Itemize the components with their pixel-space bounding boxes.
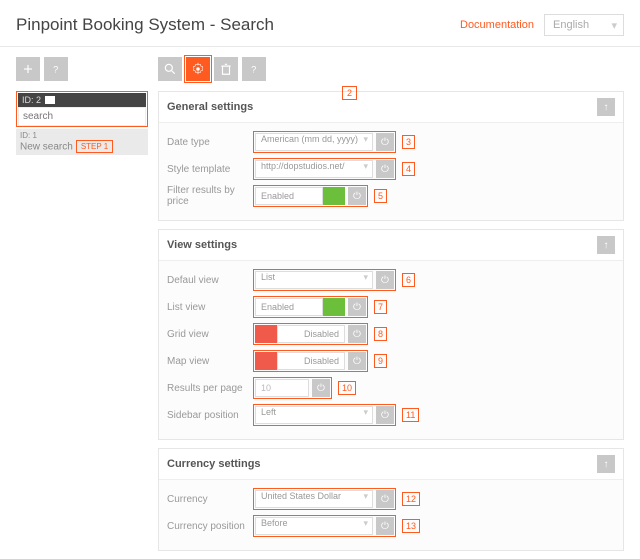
svg-text:?: ? [53, 65, 58, 75]
callout-marker: 13 [402, 519, 420, 533]
item-id: ID: 2 [22, 95, 41, 105]
field-label: Results per page [167, 383, 253, 394]
info-button[interactable]: ⏻ [376, 160, 394, 178]
info-button[interactable]: ⏻ [348, 298, 366, 316]
callout-marker: 10 [338, 381, 356, 395]
info-button[interactable]: ⏻ [376, 406, 394, 424]
callout-marker: 3 [402, 135, 415, 149]
collapse-button[interactable]: ↑ [597, 98, 615, 116]
list-view-toggle[interactable]: Enabled [255, 298, 345, 316]
info-button[interactable]: ⏻ [376, 133, 394, 151]
info-button[interactable]: ⏻ [376, 271, 394, 289]
currency-select[interactable]: United States Dollar [255, 490, 373, 508]
callout-marker: 11 [402, 408, 419, 422]
currency-position-select[interactable]: Before [255, 517, 373, 535]
callout-marker: 9 [374, 354, 387, 368]
field-label: List view [167, 302, 253, 313]
step-marker: STEP 1 [76, 140, 113, 153]
callout-marker: 4 [402, 162, 415, 176]
info-button[interactable]: ⏻ [376, 490, 394, 508]
section-heading: General settings [167, 101, 253, 113]
documentation-link[interactable]: Documentation [460, 19, 534, 31]
view-settings-section: View settings↑ Defaul view List⏻ 6 List … [158, 229, 624, 440]
search-list-item[interactable]: ID: 1 New searchSTEP 1 [16, 129, 148, 155]
field-label: Filter results by price [167, 185, 253, 207]
field-label: Date type [167, 137, 253, 148]
default-view-select[interactable]: List [255, 271, 373, 289]
field-label: Currency position [167, 521, 253, 532]
info-button[interactable]: ⏻ [348, 325, 366, 343]
map-view-toggle[interactable]: Disabled [255, 352, 345, 370]
item-name: New search [20, 141, 73, 152]
delete-button[interactable] [214, 57, 238, 81]
filter-toggle[interactable]: Enabled [255, 187, 345, 205]
collapse-button[interactable]: ↑ [597, 236, 615, 254]
callout-marker-2: 2 [342, 86, 357, 100]
date-type-select[interactable]: American (mm dd, yyyy) [255, 133, 373, 151]
general-settings-section: General settings ↑ Date type American (mm… [158, 91, 624, 221]
svg-text:?: ? [251, 65, 256, 75]
page-title: Pinpoint Booking System - Search [16, 15, 274, 35]
active-search-item[interactable]: ID: 2 [16, 91, 148, 127]
field-label: Sidebar position [167, 410, 253, 421]
add-button[interactable] [16, 57, 40, 81]
help-button-right[interactable]: ? [242, 57, 266, 81]
section-heading: View settings [167, 239, 237, 251]
search-tool-button[interactable] [158, 57, 182, 81]
field-label: Grid view [167, 329, 253, 340]
currency-settings-section: Currency settings ↑ Currency United State… [158, 448, 624, 551]
section-heading: Currency settings [167, 458, 261, 470]
callout-marker: 8 [374, 327, 387, 341]
field-label: Style template [167, 164, 253, 175]
info-button[interactable]: ⏻ [376, 517, 394, 535]
header: Pinpoint Booking System - Search Documen… [0, 0, 640, 42]
settings-button[interactable] [186, 57, 210, 81]
item-id: ID: 1 [20, 131, 144, 140]
info-button[interactable]: ⏻ [348, 187, 366, 205]
results-per-page-input[interactable] [255, 379, 309, 397]
grid-view-toggle[interactable]: Disabled [255, 325, 345, 343]
field-label: Currency [167, 494, 253, 505]
sidebar-position-select[interactable]: Left [255, 406, 373, 424]
collapse-button[interactable]: ↑ [597, 455, 615, 473]
info-button[interactable]: ⏻ [312, 379, 330, 397]
callout-marker: 7 [374, 300, 387, 314]
callout-marker: 5 [374, 189, 387, 203]
help-button[interactable]: ? [44, 57, 68, 81]
info-button[interactable]: ⏻ [348, 352, 366, 370]
flag-icon [45, 96, 55, 104]
field-label: Defaul view [167, 275, 253, 286]
language-select[interactable]: English [544, 14, 624, 36]
field-label: Map view [167, 356, 253, 367]
style-template-select[interactable]: http://dopstudios.net/ [255, 160, 373, 178]
callout-marker: 6 [402, 273, 415, 287]
search-name-input[interactable] [18, 107, 146, 126]
